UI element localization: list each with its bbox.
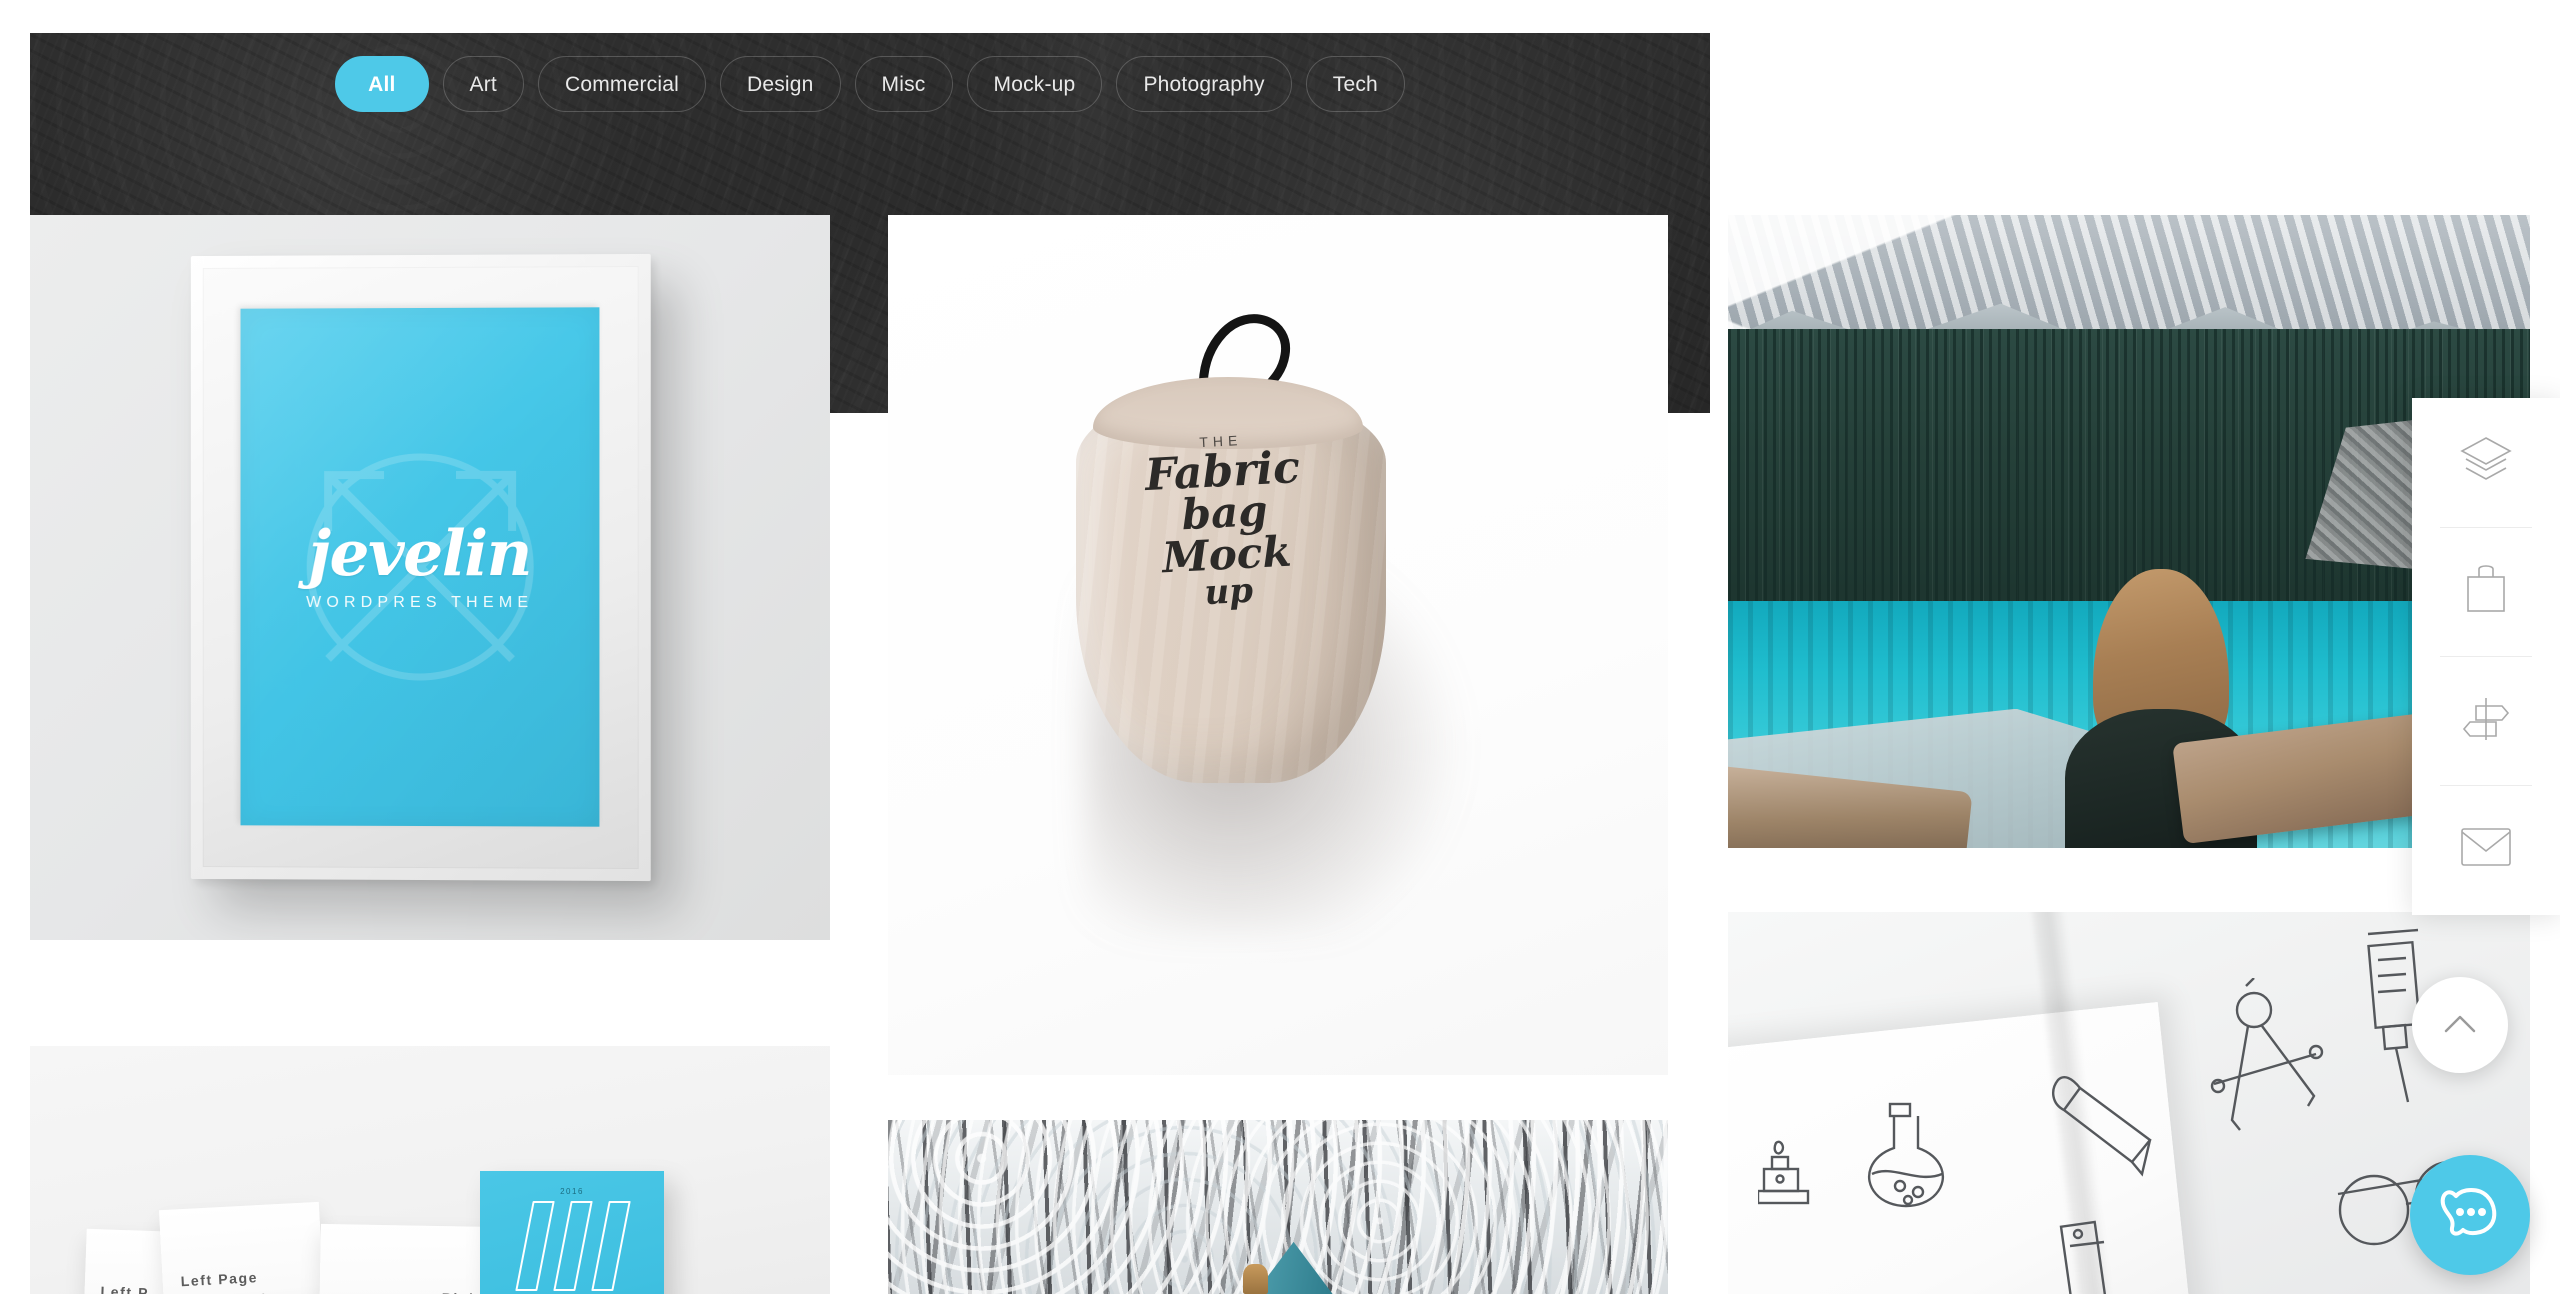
book-cover-graphic: [515, 1201, 631, 1291]
rail-item-envelope[interactable]: [2412, 785, 2560, 914]
rail-item-shopping-bag[interactable]: [2412, 527, 2560, 656]
snow-person: [1242, 1264, 1268, 1294]
layers-icon: [2460, 434, 2512, 491]
portfolio-item-mountain-lake[interactable]: [1728, 215, 2530, 848]
sketch-pen-icon: [2059, 1220, 2107, 1294]
filter-button-photography[interactable]: Photography: [1116, 56, 1292, 112]
sketch-candle-icon: [1758, 1140, 1810, 1205]
filter-button-art[interactable]: Art: [442, 56, 524, 112]
book-page-b-line1: Left Page: [180, 1269, 259, 1290]
rail-item-layers[interactable]: [2412, 398, 2560, 527]
frame-artwork: jevelin WORDPRES THEME: [240, 307, 600, 827]
filter-button-mock-up[interactable]: Mock-up: [966, 56, 1103, 112]
artwork-logo: jevelin WORDPRES THEME: [241, 515, 600, 612]
chat-bubble-icon: [2440, 1188, 2497, 1236]
envelope-icon: [2460, 827, 2512, 872]
chevron-up-icon: [2444, 1015, 2476, 1033]
portfolio-item-snowy-forest[interactable]: [888, 1120, 1668, 1294]
artwork-logo-subtitle: WORDPRES THEME: [306, 593, 534, 612]
lake-pine-forest: [1728, 328, 2530, 608]
portfolio-item-fabric-bag[interactable]: THE Fabric bag Mock up: [888, 215, 1668, 1075]
rail-item-signpost[interactable]: [2412, 656, 2560, 785]
filter-button-tech[interactable]: Tech: [1305, 56, 1405, 112]
sketch-flask-icon: [1867, 1102, 1945, 1208]
portfolio-item-framed-poster[interactable]: jevelin WORDPRES THEME: [30, 215, 830, 940]
book-page-b: Left Page Book Mockup: [158, 1201, 326, 1294]
shopping-bag-icon: [2463, 563, 2509, 620]
filter-button-commercial[interactable]: Commercial: [537, 56, 706, 112]
book-cover: 2016 PaperBack Book: [480, 1171, 664, 1294]
side-icon-rail: [2412, 398, 2560, 915]
sketch-pencil-icon: [2052, 1076, 2152, 1177]
book-page-a-text: Left P: [100, 1283, 150, 1294]
portfolio-filter-bar: All Art Commercial Design Misc Mock-up Photogr…: [30, 56, 1710, 112]
portfolio-item-icon-sketchbook[interactable]: [1728, 912, 2530, 1294]
picture-frame: jevelin WORDPRES THEME: [190, 253, 651, 882]
portfolio-page: All Art Commercial Design Misc Mock-up Photogr…: [0, 0, 2560, 1294]
filter-button-all[interactable]: All: [335, 56, 429, 112]
signpost-icon: [2460, 692, 2512, 749]
bag-body: [1076, 393, 1386, 783]
sketch-compass-icon: [2210, 978, 2324, 1131]
portfolio-item-paperback-book[interactable]: Left P Left Page Book Mockup Right Page …: [30, 1046, 830, 1294]
artwork-logo-word: jevelin: [308, 515, 532, 591]
bag-fabric-folds: [1076, 393, 1386, 783]
filter-button-misc[interactable]: Misc: [854, 56, 953, 112]
scroll-to-top-button[interactable]: [2412, 977, 2508, 1073]
filter-button-design[interactable]: Design: [719, 56, 841, 112]
portfolio-grid: jevelin WORDPRES THEME THE Fabric bag Mo…: [0, 0, 2560, 1294]
chat-button[interactable]: [2410, 1155, 2530, 1275]
book-cover-year: 2016: [560, 1187, 584, 1196]
